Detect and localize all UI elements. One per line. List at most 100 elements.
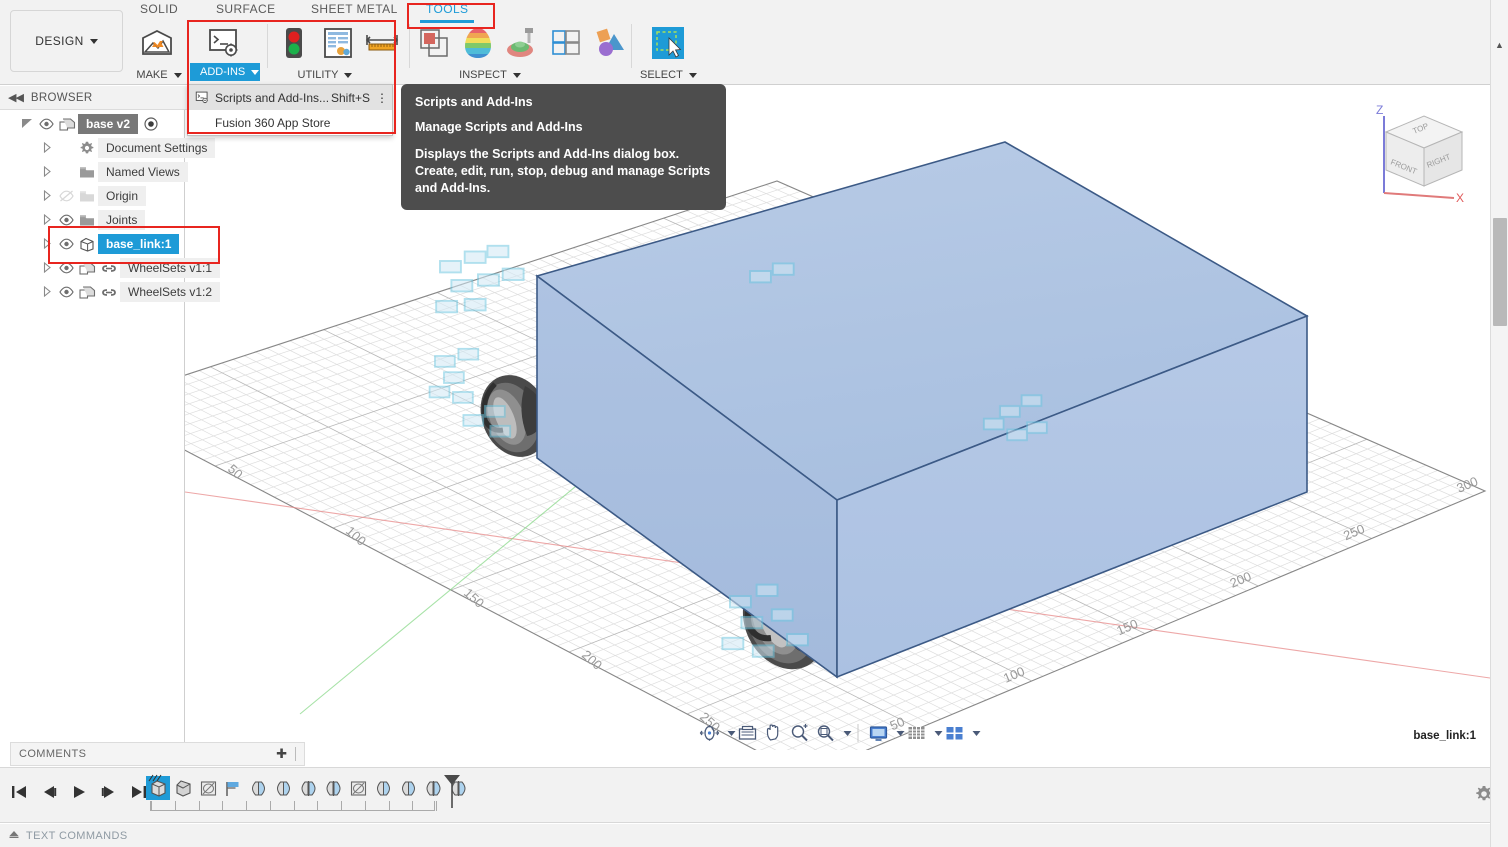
scripts-and-addins-button[interactable] xyxy=(190,20,260,64)
panel-make-label[interactable]: MAKE xyxy=(132,69,186,81)
timeline-feature-10[interactable] xyxy=(396,776,420,800)
look-at-icon[interactable] xyxy=(735,721,759,745)
timeline-tick xyxy=(388,801,390,811)
overflow-menu-icon[interactable]: ⋮ xyxy=(376,92,388,104)
timeline-feature-6[interactable] xyxy=(296,776,320,800)
display-settings-icon[interactable] xyxy=(866,721,890,745)
select-window-button[interactable] xyxy=(640,20,696,64)
viewports-caret[interactable] xyxy=(968,730,980,736)
scrollbar-thumb[interactable] xyxy=(1493,218,1507,326)
fit-dropdown-caret[interactable] xyxy=(839,730,851,736)
expand-right-icon[interactable] xyxy=(38,189,56,203)
panel-utility-label[interactable]: UTILITY xyxy=(292,69,358,81)
display-settings-caret[interactable] xyxy=(892,730,904,736)
eye-visible-icon[interactable] xyxy=(36,118,56,130)
tree-item-origin[interactable]: Origin xyxy=(0,184,308,208)
inspect-curvature-map-button[interactable] xyxy=(456,20,500,64)
scroll-up-arrow-icon[interactable]: ▲ xyxy=(1495,40,1504,50)
grid-snaps-caret[interactable] xyxy=(930,730,942,736)
pan-icon[interactable] xyxy=(761,721,785,745)
timeline-feature-7[interactable] xyxy=(321,776,345,800)
text-commands-bar[interactable]: TEXT COMMANDS xyxy=(0,824,1508,847)
timeline-feature-0[interactable] xyxy=(146,774,170,800)
tree-item-base-link-1[interactable]: base_link:1 xyxy=(0,232,308,256)
utility-spreadsheet-button[interactable] xyxy=(316,20,360,64)
tree-item-joints[interactable]: Joints xyxy=(0,208,308,232)
vertical-scrollbar[interactable]: ▲ xyxy=(1490,0,1508,847)
fit-icon[interactable] xyxy=(813,721,837,745)
timeline-rail xyxy=(150,801,437,811)
expand-right-icon[interactable] xyxy=(38,213,56,227)
menu-item-app-store[interactable]: Fusion 360 App Store xyxy=(188,110,392,135)
go-to-beginning-icon[interactable] xyxy=(8,780,30,804)
eye-hidden-icon[interactable] xyxy=(56,190,76,202)
collapse-icon[interactable] xyxy=(8,827,20,845)
tab-sheet-metal[interactable]: SHEET METAL xyxy=(311,2,398,16)
timeline-features xyxy=(146,774,471,800)
eye-visible-icon[interactable] xyxy=(56,286,76,298)
inspect-draft-analysis-button[interactable] xyxy=(500,20,544,64)
timeline-feature-3[interactable] xyxy=(221,776,245,800)
step-forward-icon[interactable] xyxy=(98,780,120,804)
timeline-feature-2[interactable] xyxy=(196,776,220,800)
play-icon[interactable] xyxy=(68,780,90,804)
inspect-component-color-button[interactable] xyxy=(588,20,632,64)
utility-traffic-light-button[interactable] xyxy=(272,20,316,64)
menu-item-scripts-and-addins[interactable]: Scripts and Add-Ins... Shift+S ⋮ xyxy=(188,85,392,110)
3d-scene: 050100150200250300 050100150200250300 xyxy=(185,141,1490,750)
timeline-feature-11[interactable] xyxy=(421,776,445,800)
comments-title: COMMENTS xyxy=(19,748,87,760)
activate-component-radio[interactable] xyxy=(144,117,158,131)
timeline-feature-8[interactable] xyxy=(346,776,370,800)
zoom-icon[interactable] xyxy=(787,721,811,745)
comments-bar[interactable]: COMMENTS ✚ xyxy=(10,742,305,766)
collapse-left-icon[interactable]: ◀◀ xyxy=(8,91,24,104)
tab-solid[interactable]: SOLID xyxy=(140,2,178,16)
eye-visible-icon[interactable] xyxy=(56,238,76,250)
eye-visible-icon[interactable] xyxy=(56,214,76,226)
timeline-feature-1[interactable] xyxy=(171,776,195,800)
panel-inspect-label[interactable]: INSPECT xyxy=(454,69,526,81)
make-3dprint-button[interactable] xyxy=(129,20,185,64)
panel-addins-label[interactable]: ADD-INS xyxy=(190,63,260,81)
add-comment-icon[interactable]: ✚ xyxy=(276,746,287,762)
panel-select-label[interactable]: SELECT xyxy=(640,69,697,81)
tooltip-body: Displays the Scripts and Add-Ins dialog … xyxy=(415,146,711,195)
timeline-marker-icon[interactable] xyxy=(443,774,461,813)
tab-surface[interactable]: SURFACE xyxy=(216,2,275,16)
utility-measure-button[interactable] xyxy=(360,20,404,64)
inspect-interference-button[interactable] xyxy=(544,20,588,64)
tree-item-wheelsets-v1-2[interactable]: WheelSets v1:2 xyxy=(0,280,308,304)
panel-inspect-text: INSPECT xyxy=(459,69,507,81)
grid-snaps-icon[interactable] xyxy=(904,721,928,745)
tree-item-label: WheelSets v1:2 xyxy=(120,282,221,302)
expand-right-icon[interactable] xyxy=(38,285,56,299)
timeline-feature-5[interactable] xyxy=(271,776,295,800)
inspect-section-analysis-button[interactable] xyxy=(412,20,456,64)
canvas-viewport[interactable]: 050100150200250300 050100150200250300 Z … xyxy=(185,86,1490,750)
expand-down-icon[interactable] xyxy=(18,118,36,131)
tree-item-document-settings[interactable]: Document Settings xyxy=(0,136,308,160)
browser-tree: base v2 Document Settings Named Views Origi… xyxy=(0,112,308,304)
orbit-dropdown-caret[interactable] xyxy=(723,730,735,736)
viewports-icon[interactable] xyxy=(942,721,966,745)
tree-item-label: Document Settings xyxy=(98,138,216,158)
expand-right-icon[interactable] xyxy=(38,237,56,251)
expand-right-icon[interactable] xyxy=(38,141,56,155)
step-back-icon[interactable] xyxy=(38,780,60,804)
tree-item-wheelsets-v1-1[interactable]: WheelSets v1:1 xyxy=(0,256,308,280)
eye-visible-icon[interactable] xyxy=(56,262,76,274)
expand-right-icon[interactable] xyxy=(38,261,56,275)
timeline-tick xyxy=(151,801,152,811)
folder-icon xyxy=(76,166,98,179)
panel-make-text: MAKE xyxy=(136,69,168,81)
orbit-icon[interactable] xyxy=(697,721,721,745)
expand-right-icon[interactable] xyxy=(38,165,56,179)
workspace-selector-design[interactable]: DESIGN xyxy=(10,10,123,72)
tree-item-named-views[interactable]: Named Views xyxy=(0,160,308,184)
timeline-feature-4[interactable] xyxy=(246,776,270,800)
view-cube[interactable]: Z X TOP FRONT RIGHT xyxy=(1366,98,1476,205)
tab-tools[interactable]: TOOLS xyxy=(420,2,475,23)
workspace-selector-label: DESIGN xyxy=(35,34,84,48)
timeline-feature-9[interactable] xyxy=(371,776,395,800)
